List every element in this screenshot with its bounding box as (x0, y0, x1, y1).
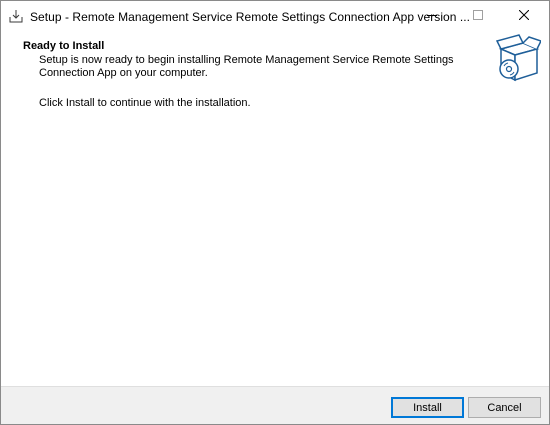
page-description: Setup is now ready to begin installing R… (39, 54, 454, 79)
page-title: Ready to Install (23, 40, 105, 52)
wizard-footer: Install Cancel (1, 387, 549, 424)
minimize-icon (427, 7, 437, 25)
installer-tray-icon (9, 9, 23, 23)
setup-window: Setup - Remote Management Service Remote… (0, 0, 550, 425)
title-bar[interactable]: Setup - Remote Management Service Remote… (1, 1, 549, 31)
wizard-content: Click Install to continue with the insta… (1, 89, 549, 386)
window-title: Setup - Remote Management Service Remote… (30, 10, 471, 24)
instruction-text: Click Install to continue with the insta… (39, 97, 251, 109)
install-button[interactable]: Install (391, 397, 464, 418)
cancel-button[interactable]: Cancel (468, 397, 541, 418)
maximize-button[interactable] (455, 1, 501, 31)
wizard-header: Ready to Install Setup is now ready to b… (1, 31, 549, 89)
minimize-button[interactable] (409, 1, 455, 31)
close-button[interactable] (501, 1, 547, 31)
close-icon (518, 7, 530, 25)
maximize-icon (473, 7, 483, 25)
setup-box-cd-icon (495, 33, 543, 85)
